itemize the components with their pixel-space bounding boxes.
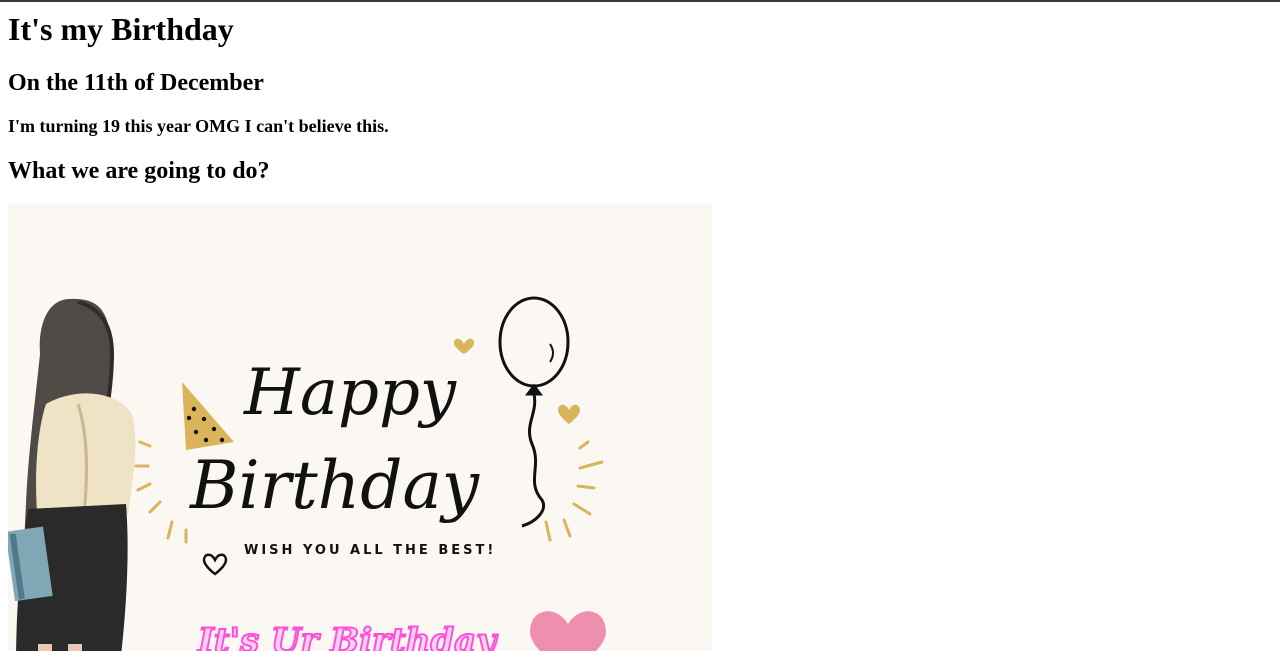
card-tagline: WISH YOU ALL THE BEST! <box>244 543 496 558</box>
card-birthday-text: Birthday <box>189 447 480 524</box>
page-note: I'm turning 19 this year OMG I can't bel… <box>8 116 389 136</box>
page-subtitle: On the 11th of December <box>8 70 264 96</box>
birthday-card-illustration: Happy Birthday WISH YOU ALL THE BEST! It… <box>8 204 712 651</box>
birthday-card-image: Happy Birthday WISH YOU ALL THE BEST! It… <box>8 204 712 651</box>
card-happy-text: Happy <box>243 356 457 430</box>
page-content: It's my Birthday On the 11th of December… <box>8 2 1272 185</box>
page-title: It's my Birthday <box>8 11 234 47</box>
section-heading: What we are going to do? <box>8 158 270 184</box>
card-neon-text: It's Ur Birthday <box>197 621 498 651</box>
